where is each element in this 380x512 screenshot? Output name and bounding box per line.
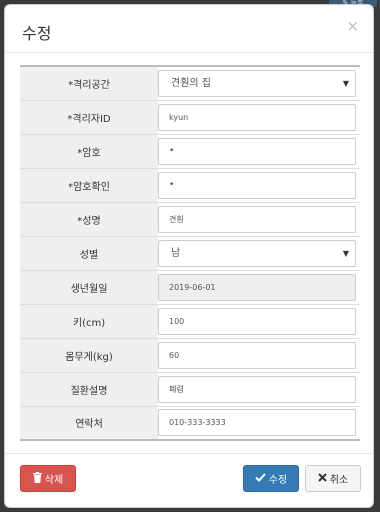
field-label: 연락처 xyxy=(20,405,158,441)
field-label: *격리공간 xyxy=(20,65,158,101)
select-field[interactable]: 남 ▼ xyxy=(158,239,356,267)
form-row: 성별 남 ▼ xyxy=(20,235,360,271)
save-button[interactable]: 수정 xyxy=(243,465,299,492)
check-icon xyxy=(255,473,266,484)
modal-footer: 삭제 수정 취소 xyxy=(5,453,373,507)
field-value-cell xyxy=(158,371,360,407)
caret-down-icon: ▼ xyxy=(342,78,349,88)
form-row: *암호확인 xyxy=(20,167,360,203)
cancel-button[interactable]: 취소 xyxy=(305,465,361,492)
field-label: *암호 xyxy=(20,133,158,169)
form-row: 질환설명 xyxy=(20,371,360,407)
form-row: *암호 xyxy=(20,133,360,169)
form-row: 키(cm) xyxy=(20,303,360,339)
delete-label: 삭제 xyxy=(44,475,64,486)
text-field[interactable] xyxy=(158,307,356,335)
text-field[interactable] xyxy=(158,341,356,369)
field-value-cell: 견훤의 집 ▼ xyxy=(158,65,360,101)
select-value: 견훤의 집 xyxy=(171,77,211,89)
times-icon xyxy=(318,473,327,484)
field-value-cell xyxy=(158,133,360,169)
field-label: 키(cm) xyxy=(20,303,158,339)
form-row: 생년월일 xyxy=(20,269,360,305)
edit-form-table: *격리공간견훤의 집▼*격리자ID*암호*암호확인*성명성별남▼생년월일키(cm… xyxy=(20,65,360,441)
form-row: 연락처 xyxy=(20,405,360,441)
caret-down-icon: ▼ xyxy=(342,248,349,258)
form-row: *격리공간 견훤의 집 ▼ xyxy=(20,65,360,101)
text-field[interactable] xyxy=(158,409,356,437)
select-value: 남 xyxy=(171,247,181,259)
edit-modal: 수정 × *격리공간견훤의 집▼*격리자ID*암호*암호확인*성명성별남▼생년월… xyxy=(4,4,374,508)
field-value-cell xyxy=(158,405,360,441)
form-row: *격리자ID xyxy=(20,99,360,135)
form-row: 몸무게(kg) xyxy=(20,337,360,373)
field-value-cell: 남 ▼ xyxy=(158,235,360,271)
form-row: *성명 xyxy=(20,201,360,237)
text-field xyxy=(158,273,356,301)
field-label: 성별 xyxy=(20,235,158,271)
field-value-cell xyxy=(158,201,360,237)
field-value-cell xyxy=(158,303,360,339)
field-value-cell xyxy=(158,167,360,203)
close-icon[interactable]: × xyxy=(346,19,359,34)
cancel-label: 취소 xyxy=(329,475,349,486)
field-label: *격리자ID xyxy=(20,99,158,135)
select-field[interactable]: 견훤의 집 ▼ xyxy=(158,69,356,97)
modal-title: 수정 xyxy=(22,24,52,43)
field-value-cell xyxy=(158,337,360,373)
field-value-cell xyxy=(158,99,360,135)
delete-button[interactable]: 삭제 xyxy=(20,465,76,492)
field-value-cell xyxy=(158,269,360,305)
field-label: *성명 xyxy=(20,201,158,237)
save-label: 수정 xyxy=(268,475,288,486)
text-field[interactable] xyxy=(158,103,356,131)
field-label: 생년월일 xyxy=(20,269,158,305)
field-label: 질환설명 xyxy=(20,371,158,407)
text-field[interactable] xyxy=(158,375,356,403)
text-field[interactable] xyxy=(158,205,356,233)
password-field[interactable] xyxy=(158,137,356,165)
field-label: *암호확인 xyxy=(20,167,158,203)
field-label: 몸무게(kg) xyxy=(20,337,158,373)
trash-icon xyxy=(32,472,42,485)
modal-header: 수정 × xyxy=(5,5,373,53)
password-field[interactable] xyxy=(158,171,356,199)
